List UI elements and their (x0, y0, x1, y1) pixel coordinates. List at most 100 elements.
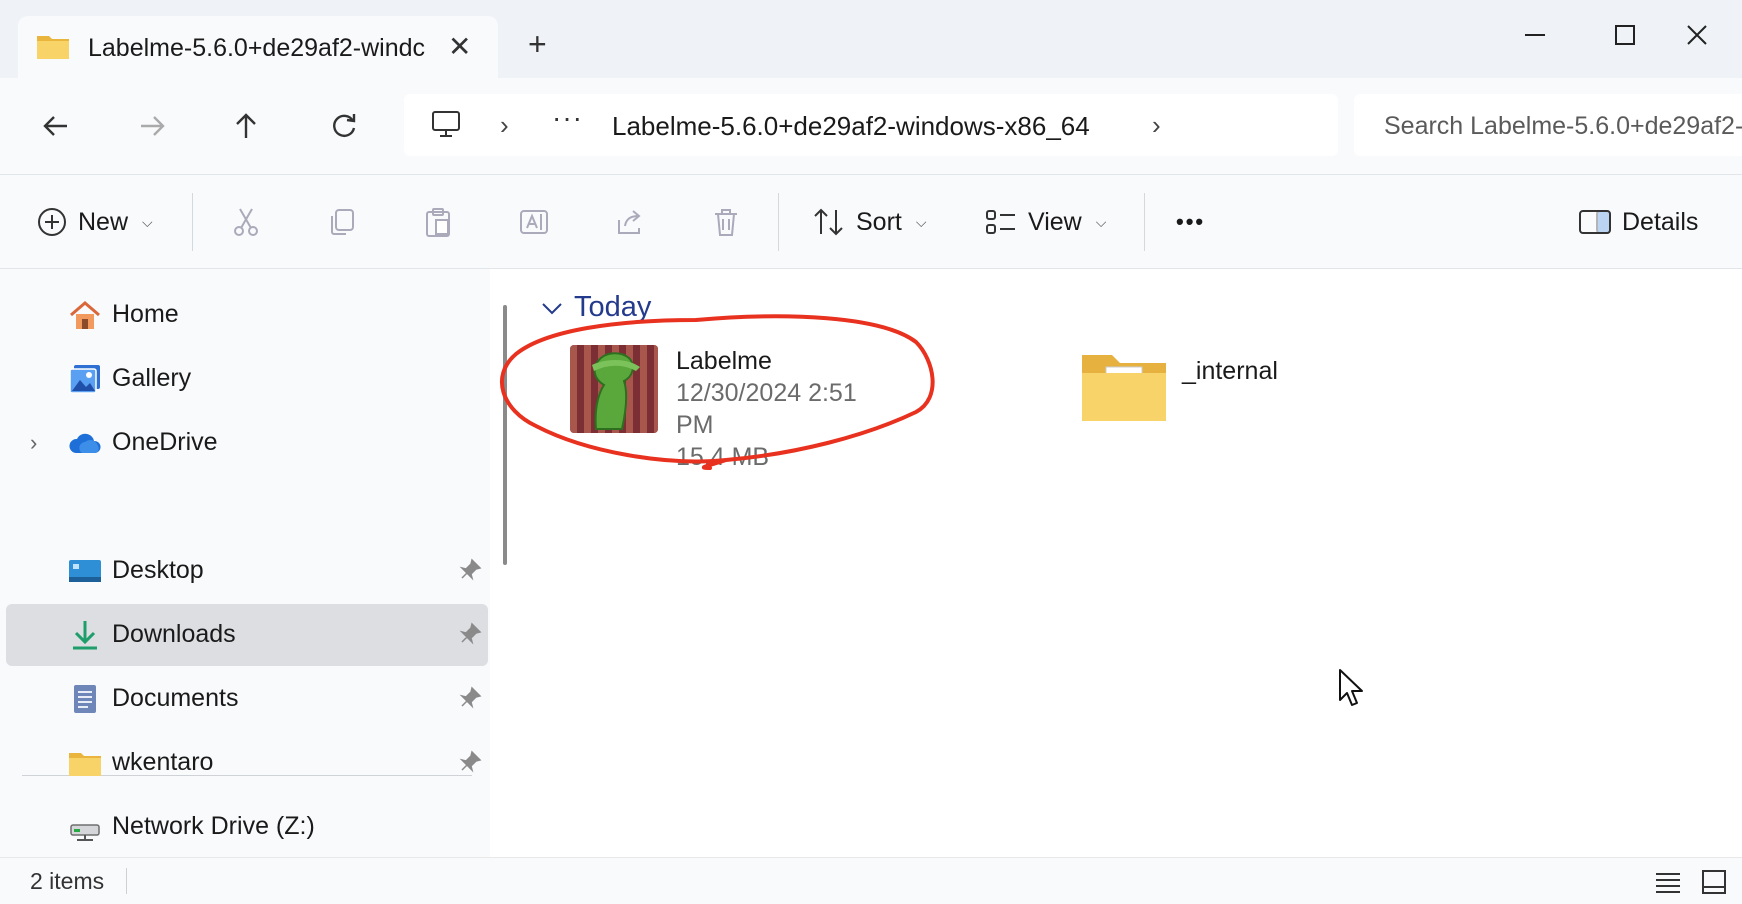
copy-button[interactable] (326, 175, 358, 269)
minimize-icon (1525, 34, 1545, 36)
tab-active[interactable]: Labelme-5.6.0+de29af2-windc ✕ (18, 16, 498, 78)
breadcrumb-overflow[interactable]: ··· (552, 102, 583, 134)
tab-title: Labelme-5.6.0+de29af2-windc (88, 34, 426, 62)
address-bar[interactable]: › ··· Labelme-5.6.0+de29af2-windows-x86_… (404, 94, 1338, 156)
sidebar-item-gallery[interactable]: Gallery (6, 348, 488, 410)
divider (192, 193, 193, 251)
file-item-internal[interactable]: _internal (1080, 345, 1340, 435)
file-name: _internal (1182, 357, 1278, 385)
breadcrumb-current[interactable]: Labelme-5.6.0+de29af2-windows-x86_64 (612, 111, 1090, 142)
sidebar-item-documents[interactable]: Documents (6, 668, 488, 730)
forward-button[interactable] (128, 102, 176, 150)
search-box[interactable]: Search Labelme-5.6.0+de29af2-windows-x86… (1354, 94, 1742, 156)
details-button[interactable]: Details (1578, 175, 1698, 269)
pin-icon[interactable] (458, 622, 482, 646)
group-header-today[interactable]: Today (540, 291, 651, 324)
gallery-icon (69, 365, 100, 394)
view-button[interactable]: View ⌵ (984, 175, 1106, 269)
trash-icon (715, 209, 737, 236)
divider (1144, 193, 1145, 251)
onedrive-icon (69, 433, 101, 453)
chevron-down-icon: ⌵ (915, 213, 927, 230)
new-tab-button[interactable]: + (528, 28, 547, 60)
status-bar: 2 items (0, 857, 1742, 904)
cut-button[interactable] (230, 175, 262, 269)
sort-icon (814, 208, 843, 236)
file-name: Labelme (676, 347, 772, 375)
refresh-button[interactable] (320, 102, 368, 150)
paste-icon (426, 208, 450, 237)
close-icon (1687, 25, 1707, 45)
command-bar: New ⌵ Sort ⌵ View ⌵ ••• Details (0, 175, 1742, 269)
sort-button[interactable]: Sort ⌵ (812, 175, 926, 269)
sidebar-item-label: Gallery (112, 364, 192, 392)
sort-label: Sort (856, 207, 902, 236)
more-options-button[interactable]: ••• (1176, 175, 1205, 269)
maximize-icon (1615, 25, 1635, 45)
breadcrumb-trailing-chevron[interactable]: › (1152, 110, 1161, 141)
divider (778, 193, 779, 251)
details-label: Details (1622, 207, 1699, 236)
more-icon: ••• (1176, 209, 1206, 234)
new-label: New (78, 207, 129, 236)
expand-chevron-icon[interactable]: › (30, 430, 37, 456)
desktop-icon (69, 560, 101, 582)
new-button[interactable]: New ⌵ (36, 175, 153, 269)
list-view-icon (1656, 873, 1680, 893)
computer-icon (432, 111, 460, 137)
large-icons-view-toggle[interactable] (1698, 866, 1730, 898)
share-icon (618, 210, 641, 234)
pin-icon[interactable] (458, 558, 482, 582)
folder-icon (1082, 355, 1166, 421)
file-item-labelme[interactable]: Labelme 12/30/2024 2:51 PM 15.4 MB (570, 345, 890, 471)
sidebar-item-downloads[interactable]: Downloads (6, 604, 488, 666)
sidebar-item-wkentaro[interactable]: wkentaro (6, 732, 488, 794)
forward-arrow-icon (141, 116, 165, 136)
sidebar-item-desktop[interactable]: Desktop (6, 540, 488, 602)
sidebar-item-network-drive[interactable]: Network Drive (Z:) (6, 796, 488, 858)
sidebar-item-label: Network Drive (Z:) (112, 812, 315, 840)
minimize-button[interactable] (1500, 10, 1570, 60)
sidebar-item-label: Desktop (112, 556, 204, 584)
mouse-cursor-icon (1339, 669, 1363, 706)
maximize-button[interactable] (1590, 10, 1660, 60)
navigation-pane: Home Gallery › OneDrive Desktop Download… (0, 269, 490, 857)
tile-view-icon (1702, 870, 1726, 894)
sidebar-scrollbar[interactable] (503, 305, 507, 565)
rename-icon (520, 210, 548, 234)
view-label: View (1028, 207, 1082, 236)
rename-button[interactable] (518, 175, 550, 269)
network-drive-icon (70, 824, 100, 841)
paste-button[interactable] (422, 175, 454, 269)
pin-icon[interactable] (458, 750, 482, 774)
delete-button[interactable] (710, 175, 742, 269)
pin-icon[interactable] (458, 686, 482, 710)
documents-icon (74, 685, 96, 713)
chevron-down-icon (542, 302, 562, 314)
details-pane-icon (1579, 210, 1611, 234)
chevron-down-icon: ⌵ (1095, 213, 1107, 230)
navigation-bar: › ··· Labelme-5.6.0+de29af2-windows-x86_… (0, 78, 1742, 175)
plus-circle-icon (38, 208, 66, 236)
chevron-down-icon: ⌵ (142, 213, 153, 230)
file-list: Today Labelme 12/30/2024 2:51 PM 15.4 MB (524, 269, 1742, 857)
group-label: Today (574, 291, 652, 323)
folder-icon (69, 753, 101, 776)
back-button[interactable] (32, 102, 80, 150)
tab-close-button[interactable]: ✕ (448, 30, 471, 63)
sidebar-item-label: wkentaro (112, 748, 214, 776)
share-button[interactable] (614, 175, 646, 269)
copy-icon (331, 209, 354, 235)
up-button[interactable] (222, 102, 270, 150)
breadcrumb-chevron[interactable]: › (500, 110, 509, 141)
sidebar-item-onedrive[interactable]: › OneDrive (6, 412, 488, 474)
back-arrow-icon (43, 116, 67, 136)
close-window-button[interactable] (1662, 10, 1732, 60)
sidebar-item-label: Home (112, 300, 179, 328)
file-size: 15.4 MB (676, 443, 770, 471)
details-view-toggle[interactable] (1652, 866, 1684, 898)
folder-icon (37, 36, 69, 59)
divider (126, 868, 127, 894)
up-arrow-icon (236, 113, 256, 138)
sidebar-item-home[interactable]: Home (6, 284, 488, 346)
